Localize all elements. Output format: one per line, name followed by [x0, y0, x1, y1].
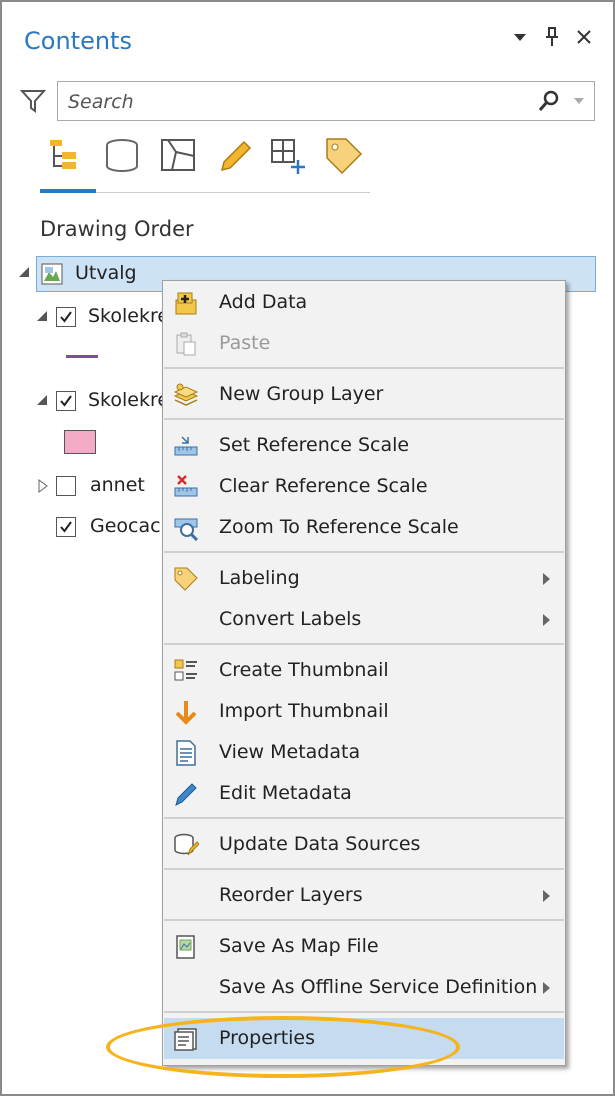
menu-item-create-thumbnail[interactable]: Create Thumbnail [164, 650, 564, 691]
map-layer-icon [41, 263, 63, 285]
data-source-icon [172, 831, 200, 859]
selection-map-icon [161, 139, 195, 171]
menu-item-new-group-layer[interactable]: New Group Layer [164, 374, 564, 415]
clear-scale-icon [172, 473, 200, 501]
drawing-order-icon [50, 140, 76, 169]
chevron-down-icon[interactable] [574, 98, 584, 104]
menu-item-clear-reference-scale[interactable]: Clear Reference Scale [164, 466, 564, 507]
layer-label: Utvalg [75, 262, 137, 284]
menu-separator [164, 1011, 564, 1013]
close-icon[interactable] [575, 26, 593, 48]
layer-checkbox[interactable] [56, 307, 76, 327]
tab-snapping[interactable] [266, 136, 310, 184]
legend-line-swatch [66, 355, 98, 358]
menu-item-add-data[interactable]: Add Data [164, 282, 564, 323]
grid-add-icon [271, 139, 305, 174]
layer-label: annet [90, 474, 145, 496]
submenu-arrow-icon [543, 614, 550, 626]
menu-separator [164, 367, 564, 369]
submenu-arrow-icon [543, 982, 550, 994]
pane-menu-icon[interactable] [511, 26, 529, 48]
search-box[interactable] [57, 81, 595, 121]
menu-item-save-as-offline-service-definition[interactable]: Save As Offline Service Definition [164, 967, 564, 1008]
add-data-icon [172, 289, 200, 317]
tab-selection[interactable] [156, 136, 200, 184]
menu-item-labeling[interactable]: Labeling [164, 558, 564, 599]
menu-separator [164, 868, 564, 870]
layer-checkbox[interactable] [56, 517, 76, 537]
search-icon[interactable] [538, 90, 560, 112]
check-icon [60, 521, 72, 533]
import-arrow-icon [172, 698, 200, 726]
menu-separator [164, 551, 564, 553]
check-icon [60, 311, 72, 323]
menu-item-import-thumbnail[interactable]: Import Thumbnail [164, 691, 564, 732]
tab-editing[interactable] [212, 136, 256, 184]
edit-pencil-icon [172, 780, 200, 808]
tab-data-source[interactable] [100, 136, 144, 184]
menu-separator [164, 817, 564, 819]
check-icon [60, 395, 72, 407]
paste-icon [172, 330, 200, 358]
pencil-icon [220, 140, 252, 172]
search-input[interactable] [66, 88, 530, 116]
layer-label: Geocacl [90, 515, 166, 537]
pane-title: Contents [24, 27, 132, 55]
tab-drawing-order[interactable] [42, 136, 86, 184]
menu-item-view-metadata[interactable]: View Metadata [164, 732, 564, 773]
menu-item-zoom-to-reference-scale[interactable]: Zoom To Reference Scale [164, 507, 564, 548]
label-tag-icon [326, 138, 363, 175]
menu-item-properties[interactable]: Properties [164, 1018, 564, 1059]
database-icon [106, 139, 138, 172]
menu-separator [164, 418, 564, 420]
layer-label: Skolekre [88, 305, 170, 327]
menu-item-edit-metadata[interactable]: Edit Metadata [164, 773, 564, 814]
properties-icon [172, 1025, 200, 1053]
submenu-arrow-icon [543, 890, 550, 902]
thumbnail-icon [172, 657, 200, 685]
contents-pane: Contents Search Drawing Order Utvalg Sko… [0, 0, 615, 1096]
collapse-arrow-icon[interactable] [18, 266, 30, 278]
pane-title-tools [511, 26, 593, 48]
layer-checkbox[interactable] [56, 476, 76, 496]
layer-label: Skolekre [88, 389, 170, 411]
collapse-arrow-icon[interactable] [36, 310, 48, 322]
expand-arrow-icon[interactable] [38, 479, 48, 493]
menu-item-update-data-sources[interactable]: Update Data Sources [164, 824, 564, 865]
menu-separator [164, 919, 564, 921]
layer-checkbox[interactable] [56, 391, 76, 411]
tree-row: Geocacl [36, 510, 166, 544]
menu-item-paste[interactable]: Paste [164, 323, 564, 364]
menu-item-save-as-map-file[interactable]: Save As Map File [164, 926, 564, 967]
context-menu: Add Data Paste New Group Layer Set Refer… [162, 280, 566, 1066]
tree-row: Skolekre [36, 384, 170, 418]
metadata-icon [172, 739, 200, 767]
label-tag-icon [172, 565, 200, 593]
tree-row: annet [36, 469, 166, 503]
section-heading: Drawing Order [40, 217, 194, 241]
pin-icon[interactable] [543, 26, 561, 48]
group-layer-icon [172, 381, 200, 409]
active-tab-indicator [40, 189, 96, 193]
tree-row: Skolekre [36, 300, 170, 334]
set-scale-icon [172, 432, 200, 460]
submenu-arrow-icon [543, 573, 550, 585]
tab-labeling[interactable] [322, 136, 366, 184]
menu-item-convert-labels[interactable]: Convert Labels [164, 599, 564, 640]
zoom-scale-icon [172, 514, 200, 542]
view-tabs [40, 136, 370, 193]
menu-item-set-reference-scale[interactable]: Set Reference Scale [164, 425, 564, 466]
legend-fill-swatch [64, 430, 96, 454]
map-file-icon [172, 933, 200, 961]
menu-item-reorder-layers[interactable]: Reorder Layers [164, 875, 564, 916]
menu-separator [164, 643, 564, 645]
collapse-arrow-icon[interactable] [36, 394, 48, 406]
filter-icon[interactable] [19, 88, 47, 114]
